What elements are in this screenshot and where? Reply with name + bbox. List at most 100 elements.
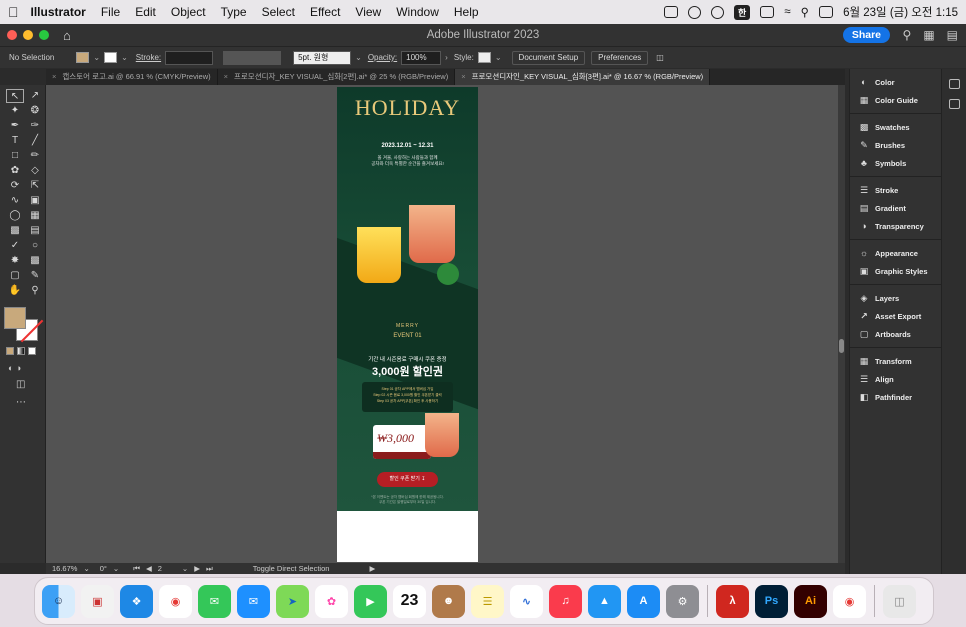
libraries-icon[interactable] (948, 99, 960, 109)
panel-brushes[interactable]: ✎ Brushes (850, 136, 941, 154)
line-tool-icon[interactable]: ╱ (26, 134, 44, 148)
system-settings-icon[interactable]: ⚙ (666, 584, 699, 618)
artboard[interactable]: HOLIDAY 2023.12.01 ~ 12.31 올 겨울, 사랑하는 사람… (337, 87, 478, 562)
photoshop-icon[interactable]: Ps (755, 584, 788, 618)
menu-object[interactable]: Object (171, 5, 206, 19)
first-artboard-icon[interactable]: ⏮ (133, 564, 140, 574)
hand-tool-icon[interactable]: ✋ (6, 284, 24, 298)
spotlight-search-icon[interactable]: ⚲ (801, 5, 809, 19)
chevron-right-icon[interactable]: › (445, 53, 448, 62)
artboard-number[interactable]: 2 (158, 564, 162, 573)
battery-icon[interactable] (760, 6, 775, 18)
contacts-icon[interactable]: ☻ (432, 584, 465, 618)
menubar-clock[interactable]: 6월 23일 (금) 오전 1:15 (843, 4, 958, 20)
control-center-icon[interactable] (819, 6, 834, 18)
stroke-weight-field[interactable] (165, 50, 214, 65)
rectangle-tool-icon[interactable]: □ (6, 149, 24, 163)
draw-mode-icon[interactable]: ◐ ◑ (8, 363, 21, 373)
scroll-thumb[interactable] (839, 339, 844, 353)
panel-graphic-styles[interactable]: ▣ Graphic Styles (850, 262, 941, 280)
document-tab-3[interactable]: × 프로모션디자인_KEY VISUAL_심화[3편].ai* @ 16.67 %… (455, 69, 711, 85)
width-tool-icon[interactable]: ∿ (6, 194, 24, 208)
graphic-style-swatch[interactable] (477, 52, 491, 63)
calendar-icon[interactable]: 23 (393, 584, 426, 618)
close-tab-icon[interactable]: × (224, 72, 228, 81)
selection-tool-icon[interactable]: ↖ (6, 89, 24, 103)
gradient-tool-icon[interactable]: ▤ (26, 224, 44, 238)
opacity-field[interactable]: 100% (401, 50, 442, 65)
panel-align[interactable]: ☰ Align (850, 370, 941, 388)
home-icon[interactable]: ⌂ (63, 28, 71, 43)
chevron-down-icon[interactable]: ⌄ (355, 53, 362, 62)
search-icon[interactable]: ⚲ (903, 28, 912, 42)
document-tab-2[interactable]: × 프로모션디자_KEY VISUAL_심화[2편].ai* @ 25 % (RG… (218, 69, 456, 85)
arrange-documents-icon[interactable]: ▤ (947, 28, 958, 42)
chevron-down-icon[interactable]: ⌄ (93, 53, 100, 62)
chevron-down-icon[interactable]: ⌄ (495, 53, 502, 62)
safari-icon[interactable]: ❖ (120, 584, 153, 618)
last-artboard-icon[interactable]: ⏭ (206, 564, 213, 574)
chevron-down-icon[interactable]: ⌄ (113, 564, 119, 573)
launchpad-icon[interactable]: ▣ (81, 584, 114, 618)
notes-icon[interactable]: ☰ (471, 584, 504, 618)
more-tools-icon[interactable]: ⋯ (16, 397, 26, 408)
panel-pathfinder[interactable]: ◧ Pathfinder (850, 388, 941, 406)
panel-color-guide[interactable]: ▦ Color Guide (850, 91, 941, 109)
chrome-icon[interactable]: ◉ (159, 584, 192, 618)
panel-stroke[interactable]: ☰ Stroke (850, 181, 941, 199)
maps-icon[interactable]: ➤ (276, 584, 309, 618)
lasso-tool-icon[interactable]: ❂ (26, 104, 44, 118)
preferences-button[interactable]: Preferences (591, 50, 649, 65)
music-icon[interactable]: ♫ (549, 584, 582, 618)
menu-view[interactable]: View (355, 5, 381, 19)
magic-wand-tool-icon[interactable]: ✦ (6, 104, 24, 118)
minimize-window-button[interactable] (23, 30, 33, 40)
keynote-icon[interactable]: ▲ (588, 584, 621, 618)
none-button[interactable] (28, 347, 36, 355)
panel-transform[interactable]: ▦ Transform (850, 352, 941, 370)
brush-definition[interactable]: 5pt. 원형 (293, 50, 352, 65)
stroke-label[interactable]: Stroke: (136, 53, 161, 62)
chevron-down-icon[interactable]: ⌄ (182, 564, 188, 573)
status-menu-icon[interactable]: ▶ (369, 564, 375, 573)
eraser-tool-icon[interactable]: ◇ (26, 164, 44, 178)
type-tool-icon[interactable]: T (6, 134, 24, 148)
document-tab-1[interactable]: × 캡스토어 로고.ai @ 66.91 % (CMYK/Preview) (46, 69, 218, 85)
workspace-switcher-icon[interactable]: ▦ (923, 28, 934, 42)
canvas-area[interactable]: HOLIDAY 2023.12.01 ~ 12.31 올 겨울, 사랑하는 사람… (46, 85, 845, 563)
document-setup-button[interactable]: Document Setup (511, 50, 586, 65)
zoom-window-button[interactable] (39, 30, 49, 40)
promo-key-visual[interactable]: HOLIDAY 2023.12.01 ~ 12.31 올 겨울, 사랑하는 사람… (337, 87, 478, 511)
menu-window[interactable]: Window (396, 5, 439, 19)
panel-asset-export[interactable]: ↗ Asset Export (850, 307, 941, 325)
vertical-scrollbar[interactable] (838, 85, 845, 563)
trash-icon[interactable]: ◫ (883, 584, 916, 618)
previous-artboard-icon[interactable]: ◀ (146, 564, 152, 573)
artboard-tool-icon[interactable]: ▢ (6, 269, 24, 283)
input-source-badge[interactable]: 한 (734, 4, 751, 20)
messages-icon[interactable]: ✉ (198, 584, 231, 618)
mail-icon[interactable]: ✉ (237, 584, 270, 618)
menu-type[interactable]: Type (221, 5, 247, 19)
paintbrush-tool-icon[interactable]: ✏ (26, 149, 44, 163)
menu-edit[interactable]: Edit (135, 5, 156, 19)
zoom-tool-icon[interactable]: ⚲ (26, 284, 44, 298)
zoom-level[interactable]: 16.67% (52, 564, 77, 573)
rotate-view[interactable]: 0° (100, 564, 107, 573)
fill-color-swatch[interactable] (76, 52, 90, 63)
mesh-tool-icon[interactable]: ▩ (6, 224, 24, 238)
share-button[interactable]: Share (842, 27, 890, 43)
facetime-icon[interactable]: ▶ (354, 584, 387, 618)
shaper-tool-icon[interactable]: ✿ (6, 164, 24, 178)
photos-icon[interactable]: ✿ (315, 584, 348, 618)
scale-tool-icon[interactable]: ⇱ (26, 179, 44, 193)
blend-tool-icon[interactable]: ○ (26, 239, 44, 253)
chrome-recent-icon[interactable]: ◉ (833, 584, 866, 618)
app-store-icon[interactable]: A (627, 584, 660, 618)
free-transform-tool-icon[interactable]: ▣ (26, 194, 44, 208)
stroke-color-swatch[interactable] (104, 52, 118, 63)
apple-icon[interactable]:  (8, 4, 19, 20)
screen-mode-icon[interactable]: ◫ (16, 379, 25, 390)
panel-appearance[interactable]: ☼ Appearance (850, 244, 941, 262)
creative-cloud-icon[interactable] (688, 5, 702, 19)
